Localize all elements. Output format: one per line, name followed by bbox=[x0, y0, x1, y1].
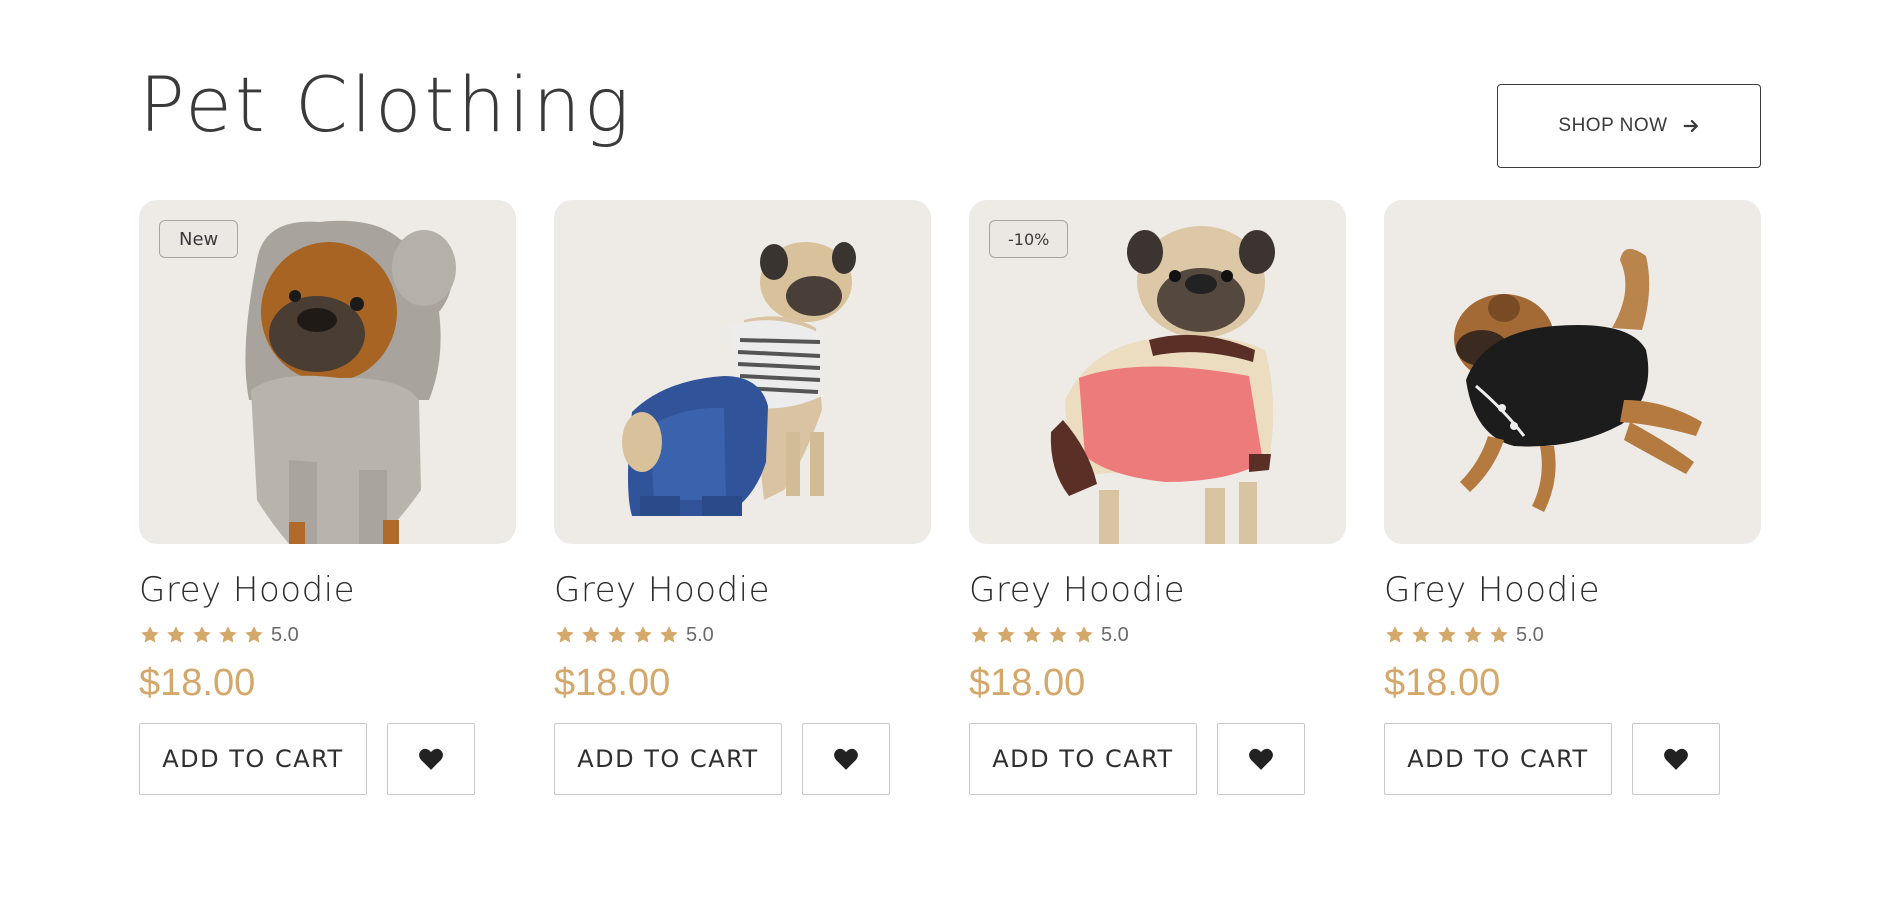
heart-icon bbox=[419, 748, 443, 770]
star-icon bbox=[219, 626, 237, 643]
product-price: $18.00 bbox=[139, 662, 256, 704]
heart-icon bbox=[1249, 748, 1273, 770]
product-card: Grey Hoodie 5.0 $18.00 ADD TO CART bbox=[1384, 200, 1761, 795]
star-icon bbox=[997, 626, 1015, 643]
product-image[interactable] bbox=[1384, 200, 1761, 544]
product-name[interactable]: Grey Hoodie bbox=[1384, 570, 1761, 610]
star-icon bbox=[634, 626, 652, 643]
product-price: $18.00 bbox=[969, 662, 1086, 704]
product-rating: 5.0 bbox=[139, 622, 516, 648]
product-image[interactable]: -10% bbox=[969, 200, 1346, 544]
star-rating bbox=[1384, 624, 1510, 646]
product-price: $18.00 bbox=[554, 662, 671, 704]
rating-value: 5.0 bbox=[271, 623, 299, 646]
product-card: New Grey Hoodie 5.0 $18.00 ADD TO CART bbox=[139, 200, 516, 795]
wishlist-button[interactable] bbox=[802, 723, 890, 795]
star-icon bbox=[660, 626, 678, 643]
add-to-cart-button[interactable]: ADD TO CART bbox=[139, 723, 367, 795]
shop-now-label: SHOP NOW bbox=[1558, 115, 1668, 136]
heart-icon bbox=[834, 748, 858, 770]
add-to-cart-button[interactable]: ADD TO CART bbox=[554, 723, 782, 795]
star-icon bbox=[1438, 626, 1456, 643]
dog-overalls-image bbox=[622, 242, 856, 516]
wishlist-button[interactable] bbox=[1632, 723, 1720, 795]
product-rating: 5.0 bbox=[969, 622, 1346, 648]
product-grid: New Grey Hoodie 5.0 $18.00 ADD TO CART G… bbox=[139, 200, 1761, 795]
product-card: Grey Hoodie 5.0 $18.00 ADD TO CART bbox=[554, 200, 931, 795]
product-rating: 5.0 bbox=[1384, 622, 1761, 648]
heart-icon bbox=[1664, 748, 1688, 770]
star-icon bbox=[556, 626, 574, 643]
product-card: -10% Grey Hoodie 5.0 $18.00 ADD TO CART bbox=[969, 200, 1346, 795]
wishlist-button[interactable] bbox=[1217, 723, 1305, 795]
product-actions: ADD TO CART bbox=[139, 723, 516, 795]
star-icon bbox=[193, 626, 211, 643]
product-actions: ADD TO CART bbox=[1384, 723, 1761, 795]
product-name[interactable]: Grey Hoodie bbox=[969, 570, 1346, 610]
star-icon bbox=[971, 626, 989, 643]
product-image[interactable] bbox=[554, 200, 931, 544]
star-rating bbox=[554, 624, 680, 646]
star-icon bbox=[1412, 626, 1430, 643]
shop-now-button[interactable]: SHOP NOW bbox=[1497, 84, 1761, 168]
product-name[interactable]: Grey Hoodie bbox=[139, 570, 516, 610]
wishlist-button[interactable] bbox=[387, 723, 475, 795]
star-icon bbox=[1075, 626, 1093, 643]
add-to-cart-button[interactable]: ADD TO CART bbox=[1384, 723, 1612, 795]
product-rating: 5.0 bbox=[554, 622, 931, 648]
star-icon bbox=[245, 626, 263, 643]
star-icon bbox=[141, 626, 159, 643]
star-icon bbox=[1464, 626, 1482, 643]
rating-value: 5.0 bbox=[1101, 623, 1129, 646]
dog-black-shirt-image bbox=[1454, 248, 1702, 512]
product-name[interactable]: Grey Hoodie bbox=[554, 570, 931, 610]
discount-badge: -10% bbox=[989, 220, 1069, 258]
star-rating bbox=[139, 624, 265, 646]
star-icon bbox=[1386, 626, 1404, 643]
product-price: $18.00 bbox=[1384, 662, 1501, 704]
product-actions: ADD TO CART bbox=[969, 723, 1346, 795]
section-title: Pet Clothing bbox=[139, 60, 633, 149]
add-to-cart-button[interactable]: ADD TO CART bbox=[969, 723, 1197, 795]
star-icon bbox=[1490, 626, 1508, 643]
new-badge: New bbox=[159, 220, 239, 258]
arrow-right-icon bbox=[1683, 119, 1698, 133]
star-rating bbox=[969, 624, 1095, 646]
rating-value: 5.0 bbox=[686, 623, 714, 646]
product-image[interactable]: New bbox=[139, 200, 516, 544]
star-icon bbox=[167, 626, 185, 643]
star-icon bbox=[1049, 626, 1067, 643]
product-actions: ADD TO CART bbox=[554, 723, 931, 795]
star-icon bbox=[608, 626, 626, 643]
star-icon bbox=[1023, 626, 1041, 643]
star-icon bbox=[582, 626, 600, 643]
rating-value: 5.0 bbox=[1516, 623, 1544, 646]
